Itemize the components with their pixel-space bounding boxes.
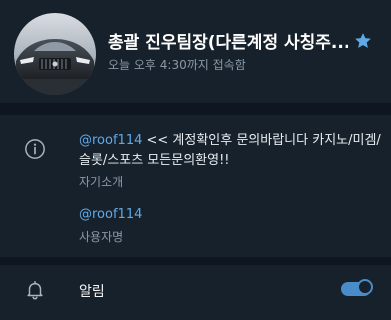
profile-header: 총괄 진우팀장(다른계정 사칭주... 오늘 오후 4:30까지 접속함 <box>0 0 391 96</box>
info-icon <box>25 139 45 159</box>
last-seen-status: 오늘 오후 4:30까지 접속함 <box>108 58 246 72</box>
car-avatar-image <box>14 13 96 95</box>
section-divider <box>0 103 391 115</box>
bio-mention-link[interactable]: @roof114 <box>79 133 142 148</box>
username-link[interactable]: @roof114 <box>79 207 142 222</box>
profile-title: 총괄 진우팀장(다른계정 사칭주... <box>108 33 348 53</box>
bio-label: 자기소개 <box>79 175 124 189</box>
notifications-toggle[interactable] <box>341 279 373 296</box>
star-icon[interactable] <box>353 31 373 51</box>
section-divider-2 <box>0 257 391 265</box>
bell-icon <box>27 281 43 300</box>
avatar[interactable] <box>14 13 96 95</box>
toggle-knob <box>357 279 373 295</box>
bio-text: @roof114 << 계정확인후 문의바랍니다 카지노/미겜/슬롯/스포츠 모… <box>79 131 384 171</box>
notifications-label: 알림 <box>79 284 105 300</box>
username-label: 사용자명 <box>79 230 124 244</box>
